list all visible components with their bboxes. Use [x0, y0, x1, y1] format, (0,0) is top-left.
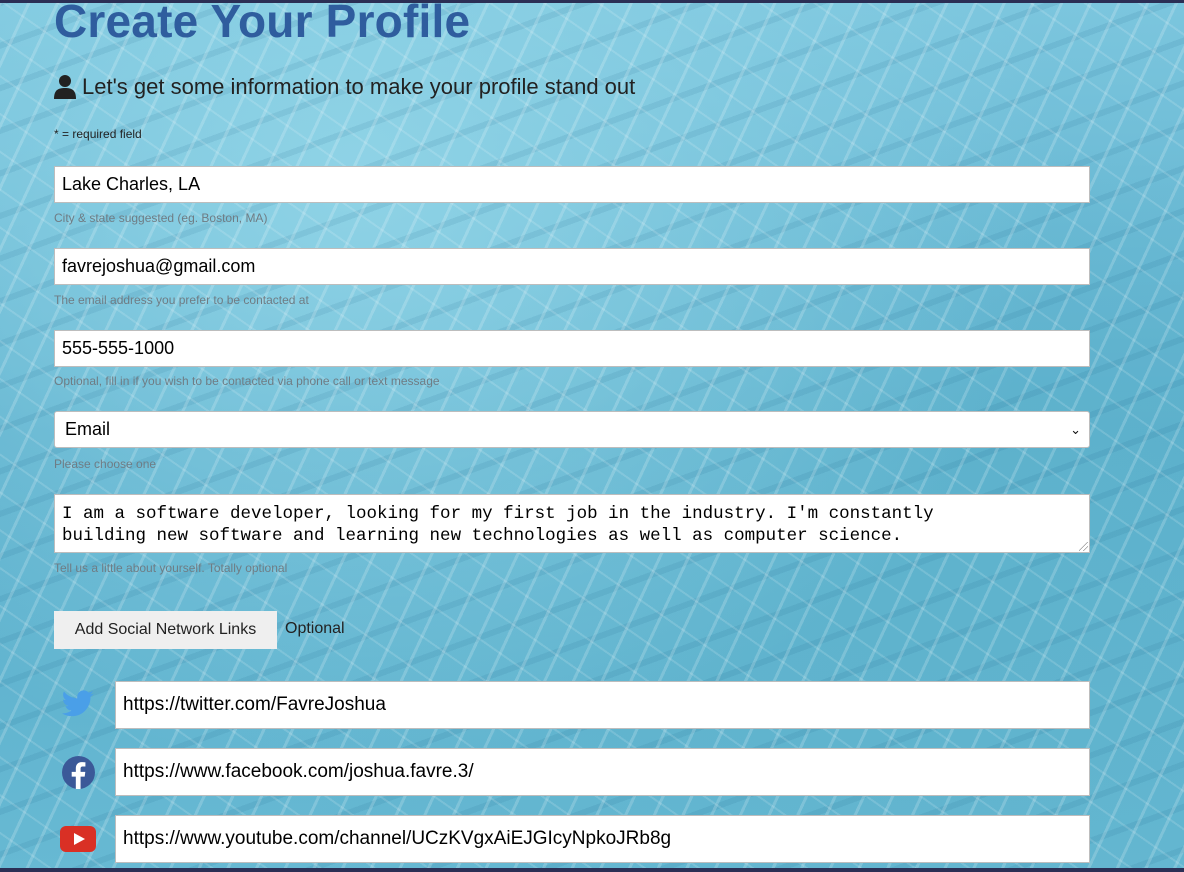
user-icon — [54, 74, 76, 100]
location-hint: City & state suggested (eg. Boston, MA) — [54, 211, 268, 225]
bottom-border — [0, 868, 1184, 872]
youtube-icon — [58, 819, 98, 859]
add-social-links-button[interactable]: Add Social Network Links — [54, 611, 277, 649]
page-subtitle: Let's get some information to make your … — [54, 72, 635, 102]
bio-text: I am a software developer, looking for m… — [62, 504, 934, 546]
location-input[interactable]: Lake Charles, LA — [54, 166, 1090, 203]
contact-method-select[interactable]: Email ⌄ — [54, 411, 1090, 448]
subtitle-text: Let's get some information to make your … — [82, 74, 636, 99]
email-input[interactable]: favrejoshua@gmail.com — [54, 248, 1090, 285]
social-optional-label: Optional — [285, 620, 345, 637]
contact-method-value: Email — [65, 419, 111, 439]
email-hint: The email address you prefer to be conta… — [54, 293, 309, 307]
facebook-icon — [58, 752, 98, 792]
bio-hint: Tell us a little about yourself. Totally… — [54, 561, 288, 575]
facebook-url-input[interactable]: https://www.facebook.com/joshua.favre.3/ — [115, 748, 1090, 796]
youtube-url-input[interactable]: https://www.youtube.com/channel/UCzKVgxA… — [115, 815, 1090, 863]
phone-input[interactable]: 555-555-1000 — [54, 330, 1090, 367]
required-note: * = required field — [54, 127, 142, 141]
page-title: Create Your Profile — [54, 0, 471, 47]
chevron-down-icon: ⌄ — [1070, 421, 1081, 437]
twitter-icon — [58, 684, 98, 724]
bio-textarea[interactable]: I am a software developer, looking for m… — [54, 494, 1090, 553]
phone-hint: Optional, fill in if you wish to be cont… — [54, 374, 440, 388]
twitter-url-input[interactable]: https://twitter.com/FavreJoshua — [115, 681, 1090, 729]
resize-handle[interactable] — [1079, 542, 1088, 551]
contact-method-hint: Please choose one — [54, 457, 157, 471]
